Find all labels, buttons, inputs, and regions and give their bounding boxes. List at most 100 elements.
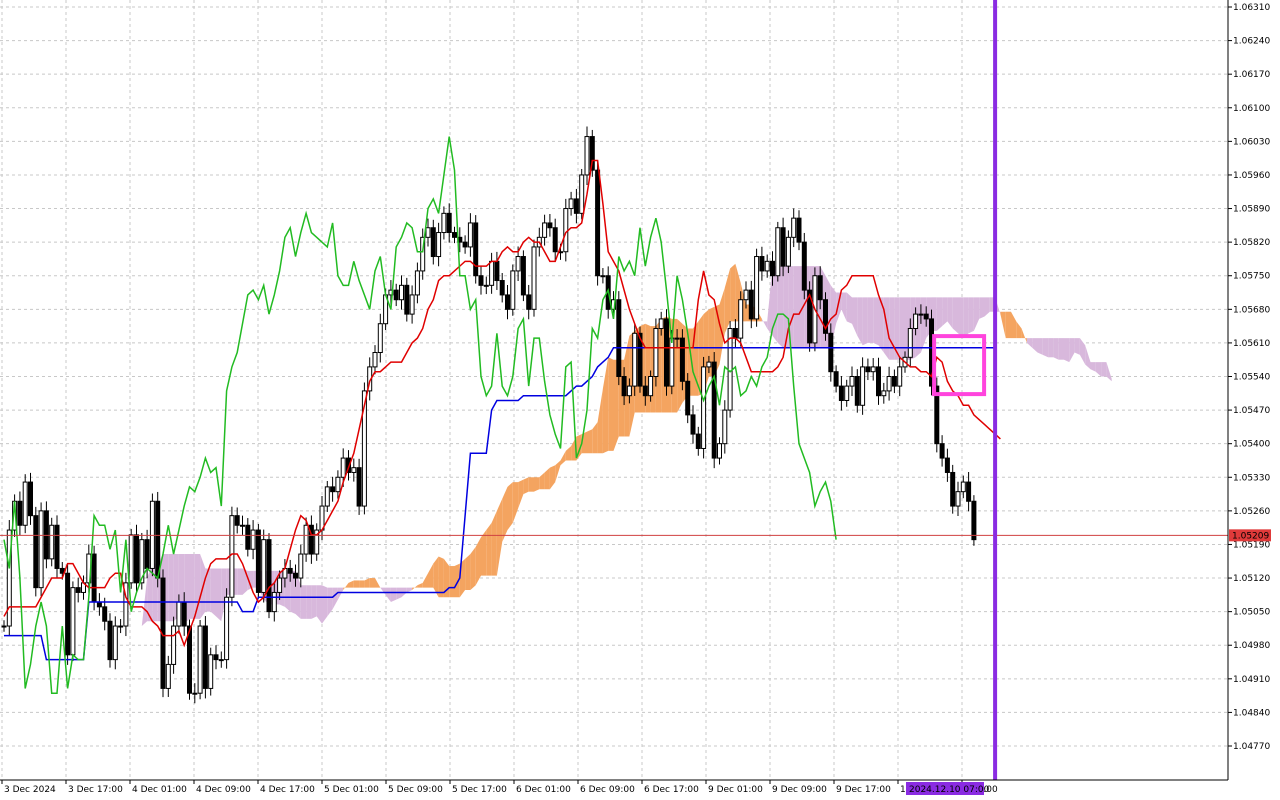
candle-body-down bbox=[865, 366, 871, 373]
y-tick-label: 1.05330 bbox=[1233, 473, 1270, 483]
candle-body-up bbox=[298, 553, 304, 579]
candle-body-down bbox=[621, 376, 627, 397]
candle-body-up bbox=[844, 385, 850, 401]
candle-body-up bbox=[277, 577, 283, 593]
candle-body-up bbox=[335, 476, 341, 493]
candle-body-down bbox=[213, 654, 219, 661]
y-tick-label: 1.04840 bbox=[1233, 708, 1270, 718]
candle-body-down bbox=[838, 385, 844, 401]
x-tick-label: 9 Dec 17:00 bbox=[836, 785, 891, 795]
current-price-badge: 1.05209 bbox=[1229, 529, 1271, 542]
candle-body-up bbox=[717, 443, 722, 459]
x-tick-label: 9 Dec 09:00 bbox=[772, 785, 827, 795]
candle-body-up bbox=[271, 591, 277, 613]
candle-body-down bbox=[356, 467, 362, 507]
candle-body-up bbox=[70, 587, 76, 656]
candle-body-down bbox=[833, 371, 839, 387]
candle-body-down bbox=[181, 601, 187, 627]
candle-body-up bbox=[409, 294, 415, 315]
candle-body-up bbox=[250, 529, 256, 550]
cloud-segment bbox=[1053, 338, 1059, 360]
candle-body-down bbox=[944, 457, 950, 473]
candle-body-down bbox=[134, 534, 139, 584]
candle-body-down bbox=[971, 500, 977, 541]
candle-body-down bbox=[17, 500, 23, 526]
cloud-segment bbox=[353, 580, 360, 588]
candle-body-up bbox=[918, 313, 924, 316]
x-tick-label: 5 Dec 01:00 bbox=[324, 785, 379, 795]
candle-body-down bbox=[446, 212, 452, 234]
cloud-segment bbox=[730, 263, 736, 322]
y-tick-label: 1.05960 bbox=[1233, 171, 1270, 181]
y-tick-label: 1.06100 bbox=[1233, 104, 1270, 114]
candle-body-up bbox=[489, 260, 495, 286]
candle-body-up bbox=[653, 328, 659, 378]
candle-body-up bbox=[701, 366, 707, 449]
candle-body-up bbox=[542, 222, 548, 238]
cloud-segment bbox=[481, 530, 487, 576]
candle-body-up bbox=[743, 289, 749, 301]
candle-body-down bbox=[520, 256, 526, 296]
candle-body-down bbox=[462, 241, 468, 248]
vline-time-badge: 2024.12.10 07:00 bbox=[906, 782, 990, 795]
candle-body-down bbox=[494, 260, 500, 282]
candle-body-down bbox=[102, 606, 108, 622]
candle-body-up bbox=[860, 366, 866, 406]
candle-body-up bbox=[849, 376, 855, 387]
candle-body-down bbox=[404, 284, 410, 315]
cloud-segment bbox=[645, 323, 651, 413]
candle-body-down bbox=[255, 529, 261, 593]
candle-body-down bbox=[801, 241, 807, 291]
cloud-segment bbox=[963, 297, 969, 339]
candle-body-up bbox=[224, 596, 230, 661]
cloud-segment bbox=[300, 585, 307, 619]
x-tick-label: 5 Dec 17:00 bbox=[452, 785, 507, 795]
candle-body-down bbox=[234, 515, 240, 526]
cloud-segment bbox=[958, 297, 964, 339]
cloud-segment bbox=[968, 297, 974, 334]
candle-body-up bbox=[303, 524, 309, 555]
candle-body-down bbox=[690, 414, 696, 435]
price-chart[interactable]: 1.06310 1.06240 1.06170 1.06100 1.06030 1.059… bbox=[0, 0, 1280, 800]
y-tick-label: 1.05680 bbox=[1233, 305, 1270, 315]
candle-body-up bbox=[955, 491, 961, 507]
cloud-segment bbox=[390, 587, 397, 603]
y-tick-label: 1.05820 bbox=[1233, 238, 1270, 248]
candle-body-up bbox=[38, 510, 44, 589]
candle-body-up bbox=[886, 376, 892, 392]
cloud-segment bbox=[883, 297, 890, 360]
candle-body-down bbox=[430, 227, 436, 258]
candle-body-down bbox=[473, 222, 479, 277]
candle-body-down bbox=[526, 294, 532, 310]
candle-body-up bbox=[727, 328, 733, 411]
candle-body-up bbox=[165, 663, 171, 689]
cloud-segment bbox=[846, 292, 852, 324]
candle-body-up bbox=[563, 208, 569, 253]
candle-body-up bbox=[669, 337, 675, 387]
x-tick-label: 6 Dec 01:00 bbox=[516, 785, 571, 795]
y-tick-label: 1.04980 bbox=[1233, 641, 1270, 651]
candle-body-up bbox=[49, 524, 55, 560]
candle-body-down bbox=[573, 198, 579, 214]
candle-body-up bbox=[118, 625, 124, 628]
candle-body-up bbox=[722, 409, 728, 445]
cloud-segment bbox=[486, 522, 492, 576]
candle-body-up bbox=[351, 467, 357, 473]
cloud-segment bbox=[1074, 338, 1080, 355]
candle-body-down bbox=[478, 275, 484, 286]
y-tick-label: 1.05540 bbox=[1233, 373, 1270, 383]
cloud-segment bbox=[772, 266, 778, 343]
x-axis-ticks: 3 Dec 2024 3 Dec 17:00 4 Dec 01:00 4 Dec 09… bbox=[1, 780, 998, 795]
candle-body-up bbox=[913, 313, 919, 330]
candle-body-up bbox=[658, 318, 664, 330]
candle-body-up bbox=[22, 481, 28, 526]
candle-body-up bbox=[441, 212, 447, 234]
candle-body-up bbox=[128, 534, 134, 584]
x-tick-label: 4 Dec 09:00 bbox=[196, 785, 251, 795]
candle-body-up bbox=[515, 256, 521, 272]
y-tick-label: 1.05120 bbox=[1233, 574, 1270, 584]
candle-body-up bbox=[775, 227, 781, 277]
x-tick-label: 4 Dec 01:00 bbox=[132, 785, 187, 795]
candle-body-up bbox=[907, 328, 913, 358]
candle-body-up bbox=[425, 227, 431, 238]
